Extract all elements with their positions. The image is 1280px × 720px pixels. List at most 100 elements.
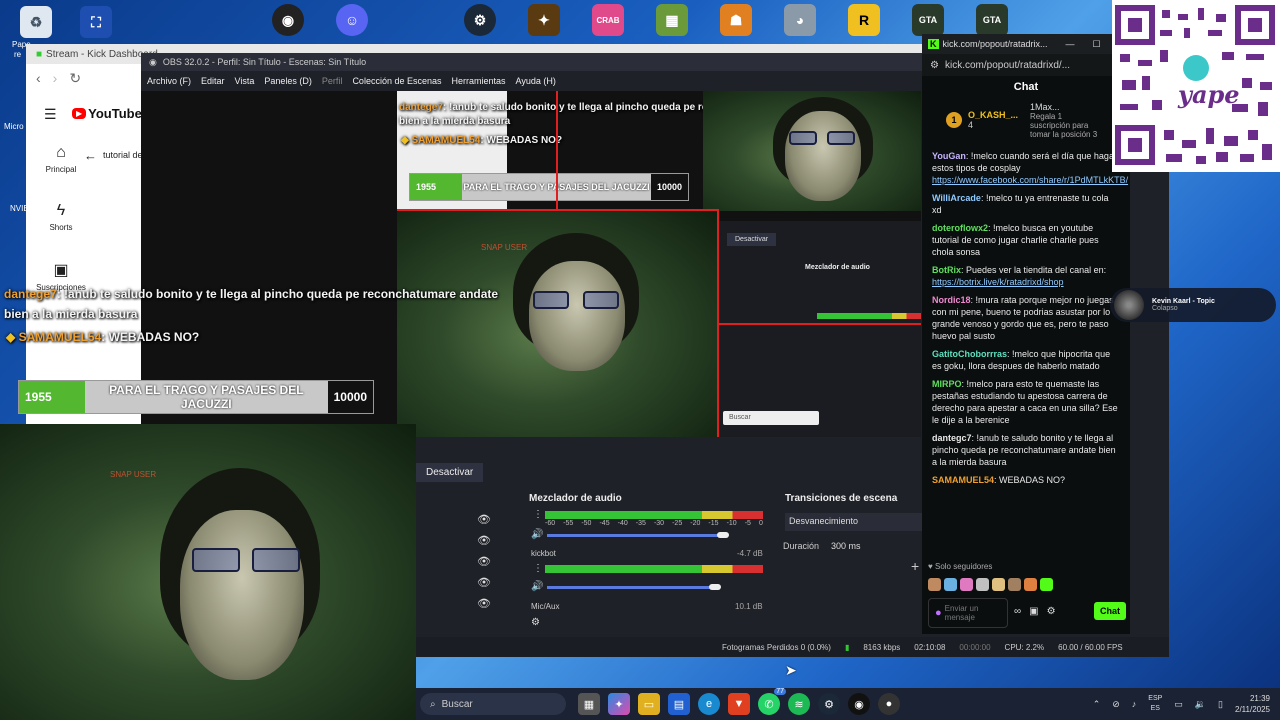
task-view-icon[interactable]: ▦ xyxy=(578,693,600,715)
add-icon[interactable]: + xyxy=(911,558,919,574)
yt-search-text[interactable]: tutorial de xyxy=(103,150,143,163)
gta-icon[interactable]: GTA xyxy=(912,4,944,36)
chat-username[interactable]: BotRix xyxy=(932,265,961,275)
gta-icon[interactable]: GTA xyxy=(976,4,1008,36)
chat-send-button[interactable]: Chat xyxy=(1094,602,1126,620)
taskbar-search[interactable]: ⌕ Buscar xyxy=(420,693,566,715)
chevron-up-icon[interactable]: ⌃ xyxy=(1093,699,1101,710)
chat-username[interactable]: dantegc7 xyxy=(932,433,972,443)
chat-message[interactable]: MIRPO: !melco para esto te quemaste las … xyxy=(932,378,1120,426)
chat-message[interactable]: Nordic18: !mura rata porque mejor no jue… xyxy=(932,294,1120,342)
second-gifter-name[interactable]: 1Max... xyxy=(1030,102,1104,112)
minecraft-icon[interactable]: ▦ xyxy=(656,4,688,36)
volume-slider[interactable] xyxy=(547,534,727,537)
eye-icon[interactable]: 👁 xyxy=(477,513,491,526)
chat-message[interactable]: YouGan: !melco cuando será el día que ha… xyxy=(932,150,1128,186)
crab-game-icon[interactable]: CRAB xyxy=(592,4,624,36)
emote-icon[interactable] xyxy=(992,578,1005,591)
chat-message[interactable]: BotRix: Puedes ver la tiendita del canal… xyxy=(932,264,1120,288)
speaker-icon[interactable]: 🔊 xyxy=(531,581,543,592)
edge-icon[interactable]: e xyxy=(698,693,720,715)
mic-icon[interactable]: ♪ xyxy=(1132,699,1137,709)
transition-select[interactable]: Desvanecimiento xyxy=(785,513,925,531)
whatsapp-icon[interactable]: ✆ 77 xyxy=(758,688,786,715)
eye-icon[interactable]: 👁 xyxy=(477,534,491,547)
emote-icon[interactable] xyxy=(960,578,973,591)
forward-icon[interactable]: › xyxy=(53,70,58,86)
chat-username[interactable]: WilliArcade xyxy=(932,193,981,203)
emote-icon[interactable] xyxy=(944,578,957,591)
chat-message[interactable]: GatitoChoborrras: !melco que hipocrita q… xyxy=(932,348,1120,372)
settings-icon[interactable]: ⚙ xyxy=(1047,606,1056,617)
spotify-icon[interactable]: ≋ xyxy=(788,693,810,715)
steam-icon[interactable]: ⚙ xyxy=(464,4,496,36)
volume-icon[interactable]: 🔉 xyxy=(1195,699,1206,710)
store-icon[interactable]: ▤ xyxy=(668,693,690,715)
chat-username[interactable]: SAMAMUEL54 xyxy=(932,475,994,485)
emote-icon[interactable] xyxy=(976,578,989,591)
chat-link[interactable]: https://botrix.live/k/ratadrixd/shop xyxy=(932,277,1064,287)
no-network-icon[interactable]: ⊘ xyxy=(1112,699,1120,710)
app-icon[interactable]: ● xyxy=(878,693,900,715)
message-input[interactable]: ● Enviar un mensaje xyxy=(928,598,1008,628)
chat-message[interactable]: dantegc7: !anub te saludo bonito y te ll… xyxy=(932,432,1120,468)
emote-icon[interactable] xyxy=(1024,578,1037,591)
chat-message[interactable]: WilliArcade: !melco tu ya entrenaste tu … xyxy=(932,192,1120,216)
minimize-icon[interactable]: — xyxy=(1066,39,1075,49)
alien-game-icon[interactable]: ◕ xyxy=(784,4,816,36)
menu-paneles[interactable]: Paneles (D) xyxy=(264,76,312,86)
clock[interactable]: 21:39 2/11/2025 xyxy=(1235,693,1270,715)
maximize-icon[interactable]: ☐ xyxy=(1093,39,1101,50)
emote-icon[interactable] xyxy=(928,578,941,591)
chat-link[interactable]: https://www.facebook.com/share/r/1PdMTLk… xyxy=(932,175,1128,185)
steam-icon[interactable]: ⚙ xyxy=(818,693,840,715)
gear-icon[interactable]: ⚙ xyxy=(531,617,540,628)
eye-icon[interactable]: 👁 xyxy=(477,576,491,589)
volume-knob[interactable] xyxy=(709,584,721,590)
speaker-icon[interactable]: 🔊 xyxy=(531,529,543,540)
users-icon[interactable]: ∞ xyxy=(1014,606,1021,617)
now-playing-card[interactable]: Kevin Kaarl - Topic Colapso xyxy=(1110,288,1276,322)
menu-herramientas[interactable]: Herramientas xyxy=(452,76,506,86)
youtube-logo[interactable]: ▶ YouTube xyxy=(72,106,142,121)
network-icon[interactable]: ⛶ xyxy=(80,6,112,38)
sidebar-item-home[interactable]: ⌂ Principal xyxy=(26,144,96,174)
emote-icon[interactable] xyxy=(1008,578,1021,591)
volume-knob[interactable] xyxy=(717,532,729,538)
site-info-icon[interactable]: ⚙ xyxy=(930,60,939,71)
menu-coleccion[interactable]: Colección de Escenas xyxy=(352,76,441,86)
counter-strike-icon[interactable]: ☗ xyxy=(720,4,752,36)
file-explorer-icon[interactable]: ▭ xyxy=(638,693,660,715)
top-gifter-name[interactable]: O_KASH_... xyxy=(968,110,1018,120)
chat-message[interactable]: doteroflowx2: !melco busca en youtube tu… xyxy=(932,222,1120,258)
copilot-icon[interactable]: ✦ xyxy=(608,693,630,715)
track-menu-icon[interactable]: ⋮ xyxy=(533,563,543,574)
menu-archivo[interactable]: Archivo (F) xyxy=(147,76,191,86)
chat-message[interactable]: SAMAMUEL54: WEBADAS NO? xyxy=(932,474,1120,486)
discord-icon[interactable]: ☺ xyxy=(336,4,368,36)
eye-icon[interactable]: 👁 xyxy=(477,597,491,610)
reload-icon[interactable]: ↻ xyxy=(69,70,81,87)
emote-icon[interactable] xyxy=(1040,578,1053,591)
kick-url[interactable]: kick.com/popout/ratadrixd/... xyxy=(945,60,1070,71)
mic-icon[interactable]: ● xyxy=(935,607,942,619)
obs-icon[interactable]: ◉ xyxy=(272,4,304,36)
monitor-icon[interactable]: ▭ xyxy=(1174,699,1183,710)
game-icon[interactable]: ✦ xyxy=(528,4,560,36)
chat-username[interactable]: GatitoChoborrras xyxy=(932,349,1007,359)
obs-icon[interactable]: ◉ xyxy=(848,693,870,715)
track-menu-icon[interactable]: ⋮ xyxy=(533,509,543,520)
chat-username[interactable]: Nordic18 xyxy=(932,295,971,305)
recycle-bin-icon[interactable]: ♻ xyxy=(20,6,52,38)
rockstar-icon[interactable]: R xyxy=(848,4,880,36)
sidebar-item-shorts[interactable]: ϟ Shorts xyxy=(26,202,96,232)
hamburger-icon[interactable]: ☰ xyxy=(44,106,57,123)
store-icon[interactable]: ▣ xyxy=(1029,606,1038,617)
duration-input[interactable]: 300 ms xyxy=(831,541,861,551)
menu-perfil[interactable]: Perfil xyxy=(322,76,343,86)
menu-vista[interactable]: Vista xyxy=(235,76,255,86)
eye-icon[interactable]: 👁 xyxy=(477,555,491,568)
chat-username[interactable]: doteroflowx2 xyxy=(932,223,988,233)
battery-icon[interactable]: ▯ xyxy=(1218,699,1223,710)
language-indicator[interactable]: ESP ES xyxy=(1148,694,1162,714)
